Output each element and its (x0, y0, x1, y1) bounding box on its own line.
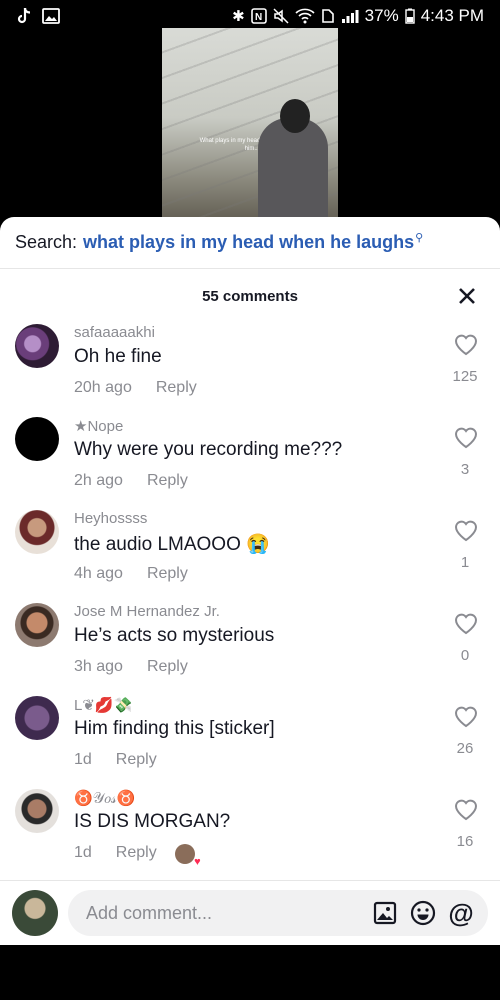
comment-item[interactable]: Jose M Hernandez Jr. He’s acts so myster… (0, 603, 500, 696)
comment-input[interactable] (86, 902, 360, 924)
like-count: 3 (460, 461, 470, 478)
comment-item[interactable]: Heyhossss the audio LMAOOO 😭 4h ago Repl… (0, 510, 500, 603)
avatar (12, 890, 58, 936)
comment-time: 20h ago (74, 379, 132, 396)
search-prefix: Search: (15, 232, 78, 252)
comment-time: 1d (74, 844, 92, 861)
comment-input-container[interactable]: @ (68, 890, 488, 936)
tiktok-icon (17, 7, 31, 24)
comment-text: Why were you recording me??? (74, 439, 343, 460)
comment-item[interactable]: ♉𝒴𝑜𝓈♉ IS DIS MORGAN? 1d Reply ♥ 16 (0, 789, 500, 882)
add-comment-bar: @ (0, 880, 500, 945)
comment-username[interactable]: ★Nope (74, 417, 123, 435)
comment-item[interactable]: safaaaaakhi Oh he fine 20h ago Reply 125 (0, 324, 500, 417)
comment-text: IS DIS MORGAN? (74, 811, 231, 832)
comment-item[interactable]: L❦💋💸 Him finding this [sticker] 1d Reply… (0, 696, 500, 789)
avatar[interactable] (15, 789, 59, 833)
data-icon (321, 9, 334, 23)
video-person-head (280, 99, 310, 133)
reply-button[interactable]: Reply (156, 379, 197, 397)
navigation-bar-area (0, 945, 500, 1000)
comment-time: 1d (74, 751, 92, 768)
heart-icon[interactable] (453, 797, 479, 821)
comment-username[interactable]: ♉𝒴𝑜𝓈♉ (74, 789, 135, 807)
comment-meta: 1d Reply ♥ (74, 844, 201, 868)
creator-liked-avatar: ♥ (174, 844, 201, 868)
mute-icon (273, 8, 289, 24)
like-count: 125 (452, 368, 478, 385)
comment-meta: 4h ago Reply (74, 565, 188, 583)
avatar[interactable] (15, 603, 59, 647)
battery-icon (404, 8, 415, 24)
heart-icon[interactable] (453, 518, 479, 542)
comment-meta: 2h ago Reply (74, 472, 188, 490)
signal-icon (341, 10, 359, 23)
avatar[interactable] (15, 510, 59, 554)
clock: 4:43 PM (420, 6, 484, 25)
comment-item[interactable]: ★Nope Why were you recording me??? 2h ag… (0, 417, 500, 510)
comment-username[interactable]: L❦💋💸 (74, 696, 132, 714)
comment-text: the audio LMAOOO 😭 (74, 534, 270, 555)
comment-time: 2h ago (74, 472, 123, 489)
comment-meta: 1d Reply (74, 751, 157, 769)
related-search-row[interactable]: Search: what plays in my head when he la… (0, 217, 500, 269)
bluetooth-icon: ✱ (232, 8, 245, 25)
comment-time: 4h ago (74, 565, 123, 582)
comment-text: Him finding this [sticker] (74, 718, 275, 739)
battery-percent: 37% (364, 6, 399, 25)
heart-icon[interactable] (453, 611, 479, 635)
reply-button[interactable]: Reply (147, 565, 188, 583)
emoji-icon[interactable] (410, 900, 436, 926)
comment-username[interactable]: Heyhossss (74, 510, 147, 527)
video-person (258, 118, 328, 228)
like-count: 26 (456, 740, 474, 757)
like-count: 0 (460, 647, 470, 664)
comment-text: He’s acts so mysterious (74, 625, 275, 646)
comment-username[interactable]: safaaaaakhi (74, 324, 155, 341)
comment-meta: 20h ago Reply (74, 379, 197, 397)
reply-button[interactable]: Reply (116, 844, 157, 864)
like-count: 1 (460, 554, 470, 571)
comment-time: 3h ago (74, 658, 123, 675)
image-icon[interactable] (372, 900, 398, 926)
reply-button[interactable]: Reply (147, 472, 188, 490)
wifi-icon (295, 8, 315, 24)
gallery-icon (42, 8, 60, 24)
mention-icon[interactable]: @ (448, 898, 474, 928)
heart-icon[interactable] (453, 704, 479, 728)
svg-text:N: N (255, 12, 262, 23)
search-query-link[interactable]: what plays in my head when he laughs (83, 232, 414, 253)
heart-icon[interactable] (453, 425, 479, 449)
comment-text: Oh he fine (74, 346, 162, 367)
avatar[interactable] (15, 324, 59, 368)
comment-meta: 3h ago Reply (74, 658, 188, 676)
video-player[interactable]: What plays in my head every time I see h… (162, 28, 338, 228)
comments-count: 55 comments (202, 288, 298, 305)
comment-username[interactable]: Jose M Hernandez Jr. (74, 603, 220, 620)
nfc-icon: N (250, 8, 267, 24)
heart-icon[interactable] (453, 332, 479, 356)
comments-header: 55 comments (0, 269, 500, 324)
heart-icon: ♥ (194, 856, 201, 868)
like-count: 16 (456, 833, 474, 850)
reply-button[interactable]: Reply (116, 751, 157, 769)
close-icon[interactable] (456, 285, 478, 307)
avatar[interactable] (15, 417, 59, 461)
avatar[interactable] (15, 696, 59, 740)
reply-button[interactable]: Reply (147, 658, 188, 676)
search-icon: ⚲ (415, 232, 424, 244)
